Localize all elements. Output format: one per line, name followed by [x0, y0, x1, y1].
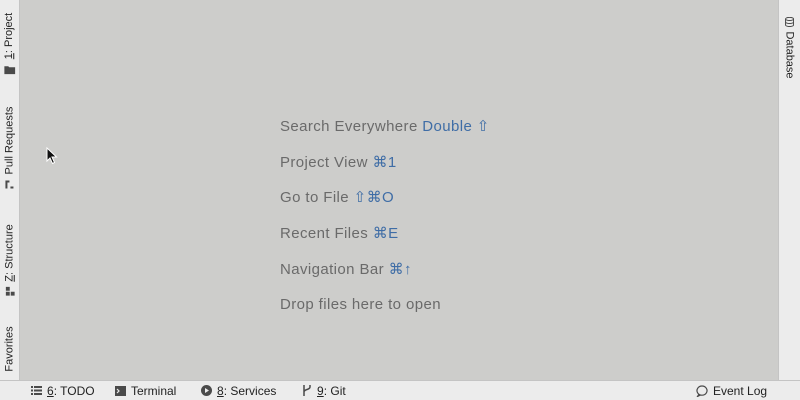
hint-label: Recent Files — [280, 225, 369, 243]
hint-shortcut: Double ⇧ — [422, 118, 490, 135]
tab-todo[interactable]: 6: TODO — [31, 381, 95, 400]
tab-services-label: : Services — [223, 383, 277, 398]
tab-structure-mnemonic: Z — [3, 275, 16, 282]
tab-favorites-label: Favorites — [3, 326, 16, 372]
tab-project[interactable]: 1: Project — [0, 6, 19, 82]
structure-icon — [5, 286, 15, 296]
hint-shortcut: ⌘E — [372, 225, 399, 243]
tab-favorites[interactable]: Favorites — [0, 318, 19, 380]
hint-project-view: Project View ⌘1 — [280, 153, 490, 189]
tab-project-label: : Project — [3, 12, 16, 54]
hint-label: Navigation Bar — [280, 260, 384, 278]
editor-hints: Search Everywhere Double ⇧ Project View … — [280, 117, 490, 331]
hint-drop-files: Drop files here to open — [280, 295, 490, 331]
speech-bubble-icon — [696, 384, 708, 397]
hint-label: Drop files here to open — [280, 296, 441, 314]
tab-project-mnemonic: 1 — [3, 53, 16, 60]
hint-shortcut: ⇧⌘O — [353, 189, 395, 207]
tab-structure[interactable]: Z: Structure — [0, 216, 19, 304]
tab-services-mnemonic: 8 — [217, 383, 224, 398]
tab-event-log[interactable]: Event Log — [696, 381, 767, 400]
tab-event-log-label: Event Log — [713, 383, 768, 398]
tab-pull-requests-label: Pull Requests — [3, 106, 16, 175]
tab-pull-requests[interactable]: Pull Requests — [0, 100, 19, 196]
tab-todo-mnemonic: 6 — [47, 383, 54, 398]
tab-git-label: : Git — [323, 383, 346, 398]
list-icon — [31, 386, 42, 395]
folder-icon — [4, 65, 16, 75]
mouse-cursor-icon — [46, 147, 58, 165]
tab-terminal-label: Terminal — [131, 383, 177, 398]
tab-git-mnemonic: 9 — [317, 383, 324, 398]
hint-label: Project View — [280, 153, 368, 171]
hint-go-to-file: Go to File ⇧⌘O — [280, 188, 490, 224]
hint-navigation-bar: Navigation Bar ⌘↑ — [280, 260, 490, 296]
bottom-tool-stripe: 6: TODO Terminal 8: Services 9: Git Even… — [0, 380, 800, 400]
right-tool-stripe: Database — [778, 0, 800, 380]
play-icon — [201, 385, 212, 396]
hint-label: Go to File — [280, 189, 350, 207]
left-tool-stripe: 1: Project Pull Requests Z: Structure Fa… — [0, 0, 20, 380]
terminal-icon — [115, 385, 126, 396]
tab-database[interactable]: Database — [779, 10, 800, 85]
hint-recent-files: Recent Files ⌘E — [280, 224, 490, 260]
database-icon — [785, 16, 794, 27]
hint-search-everywhere: Search Everywhere Double ⇧ — [280, 117, 490, 153]
hint-shortcut: ⌘↑ — [388, 260, 412, 278]
tab-terminal[interactable]: Terminal — [115, 381, 176, 400]
tab-todo-label: : TODO — [53, 383, 95, 398]
editor-empty-area[interactable]: Search Everywhere Double ⇧ Project View … — [20, 0, 778, 380]
tab-services[interactable]: 8: Services — [201, 381, 276, 400]
tab-structure-label: : Structure — [3, 224, 16, 276]
hint-label: Search Everywhere — [280, 118, 418, 135]
tab-git[interactable]: 9: Git — [302, 381, 346, 400]
hint-shortcut: ⌘1 — [372, 153, 397, 171]
git-branch-icon — [302, 385, 312, 396]
tab-database-label: Database — [783, 30, 796, 79]
pull-request-icon — [5, 179, 15, 189]
